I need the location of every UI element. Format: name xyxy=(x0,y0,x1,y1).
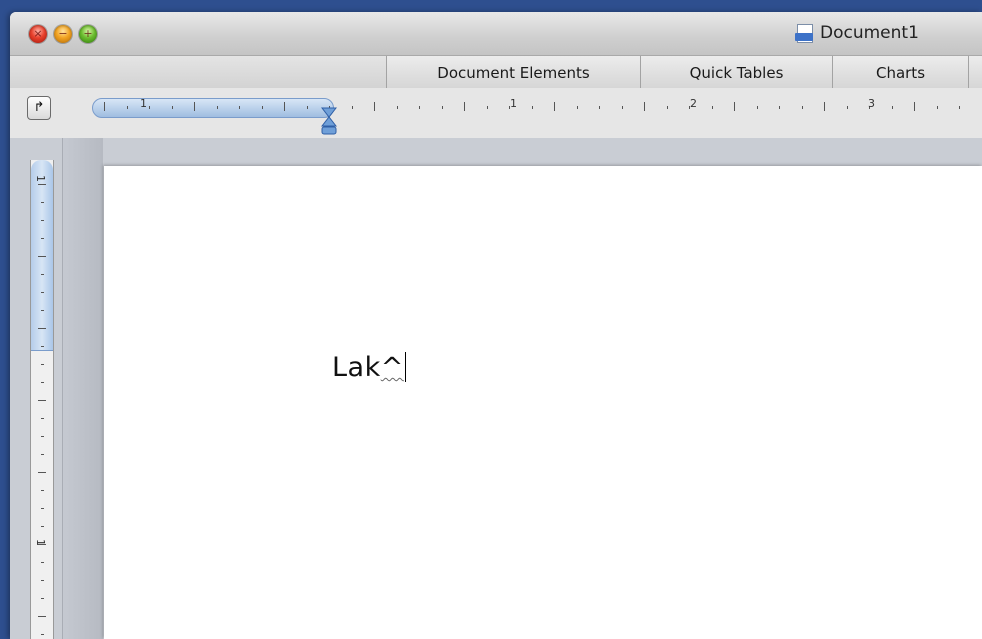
ruler-label: 2 xyxy=(690,97,697,110)
ruler-label: 1 xyxy=(34,539,47,546)
ruler-tick xyxy=(711,106,713,109)
ruler-tick xyxy=(846,106,848,109)
ruler-tick xyxy=(374,102,375,111)
ruler-tick xyxy=(396,106,398,109)
ruler-tick xyxy=(41,220,44,221)
ruler-tick xyxy=(41,310,44,311)
ruler-tick xyxy=(419,106,420,109)
ruler-tick xyxy=(914,102,915,111)
zoom-icon: + xyxy=(83,27,93,40)
tab-stop-selector-button[interactable]: ↱ xyxy=(27,96,51,120)
ruler-tick xyxy=(801,106,803,109)
title-bar[interactable]: × − + Document1 xyxy=(10,12,982,55)
document-text-main: Lak xyxy=(332,352,381,383)
ruler-tick xyxy=(126,106,128,109)
tab-document-elements[interactable]: Document Elements xyxy=(386,56,640,88)
ruler-tick xyxy=(464,102,465,111)
word-document-window: × − + Document1 Document Elements Quick … xyxy=(10,12,982,639)
vertical-ruler[interactable]: 1 1 xyxy=(30,160,54,639)
misspelled-word: ^ xyxy=(380,352,404,383)
ruler-tick xyxy=(599,106,600,109)
ruler-tick xyxy=(41,508,44,509)
ruler-tick xyxy=(441,106,443,109)
ruler-tick xyxy=(531,106,533,109)
ruler-tick xyxy=(779,106,780,109)
minimize-icon: − xyxy=(58,27,68,40)
ruler-tick xyxy=(38,328,46,329)
docx-document-icon xyxy=(794,23,814,43)
ruler-tick xyxy=(576,106,578,109)
ruler-tick xyxy=(41,292,44,293)
tab-quick-tables[interactable]: Quick Tables xyxy=(640,56,832,88)
ruler-tick xyxy=(41,598,44,599)
window-title: Document1 xyxy=(794,23,919,43)
ruler-tick xyxy=(959,106,960,109)
zoom-window-button[interactable]: + xyxy=(79,25,97,43)
close-window-button[interactable]: × xyxy=(29,25,47,43)
ruler-label: 1 xyxy=(140,97,147,110)
page-gutter xyxy=(63,138,103,639)
ruler-tick xyxy=(284,102,285,111)
ruler-tick xyxy=(41,238,44,239)
ruler-tick xyxy=(41,634,44,635)
ruler-tick xyxy=(644,102,645,111)
ruler-tick xyxy=(38,400,46,401)
ruler-tick xyxy=(351,106,353,109)
ruler-tick xyxy=(38,472,46,473)
ruler-label: 1 xyxy=(510,97,517,110)
vertical-ruler-marks xyxy=(31,160,53,639)
ruler-tick xyxy=(104,102,105,111)
ruler-tick xyxy=(41,562,44,563)
text-cursor xyxy=(404,352,406,382)
minimize-window-button[interactable]: − xyxy=(54,25,72,43)
document-text[interactable]: Lak^ xyxy=(332,352,406,383)
ruler-tick xyxy=(171,106,173,109)
ruler-tick xyxy=(41,436,44,437)
ruler-tick xyxy=(38,256,46,257)
close-icon: × xyxy=(33,27,43,40)
ruler-tick xyxy=(666,106,668,109)
ruler-tick xyxy=(38,184,46,185)
ruler-label: 1 xyxy=(34,175,47,182)
ruler-tick xyxy=(554,102,555,111)
ruler-tick xyxy=(41,580,44,581)
ruler-tick xyxy=(149,106,150,109)
ruler-tick xyxy=(621,106,623,109)
ruler-tick xyxy=(41,526,44,527)
ruler-tick xyxy=(936,106,938,109)
ruler-tick xyxy=(261,106,263,109)
ruler-tick xyxy=(41,454,44,455)
ruler-tick xyxy=(38,616,46,617)
ruler-tick xyxy=(216,106,218,109)
ruler-tick xyxy=(41,490,44,491)
ruler-tick xyxy=(734,102,735,111)
left-margin-area[interactable] xyxy=(92,98,334,118)
ruler-tick xyxy=(41,364,44,365)
ruler-tick xyxy=(41,346,44,347)
horizontal-ruler[interactable]: 1 1 2 3 xyxy=(92,97,982,119)
ruler-label: 3 xyxy=(868,97,875,110)
ruler-tick xyxy=(194,102,195,111)
ruler-tick xyxy=(41,274,44,275)
ruler-tick xyxy=(756,106,758,109)
ruler-tick xyxy=(41,382,44,383)
ruler-tick xyxy=(41,418,44,419)
ruler-tick xyxy=(306,106,308,109)
window-title-text: Document1 xyxy=(820,23,919,43)
ruler-tick xyxy=(486,106,488,109)
document-content-area: 1 1 Lak^ xyxy=(10,138,982,639)
ruler-row: ↱ 1 1 2 3 xyxy=(10,88,982,138)
ribbon-tab-bar: Document Elements Quick Tables Charts xyxy=(10,55,982,89)
tab-charts[interactable]: Charts xyxy=(832,56,968,88)
document-page[interactable]: Lak^ xyxy=(104,166,982,639)
ruler-tick xyxy=(239,106,240,109)
ruler-tick xyxy=(891,106,893,109)
tab-next-partial[interactable] xyxy=(968,56,982,88)
ruler-tick xyxy=(41,202,44,203)
ruler-tick xyxy=(824,102,825,111)
